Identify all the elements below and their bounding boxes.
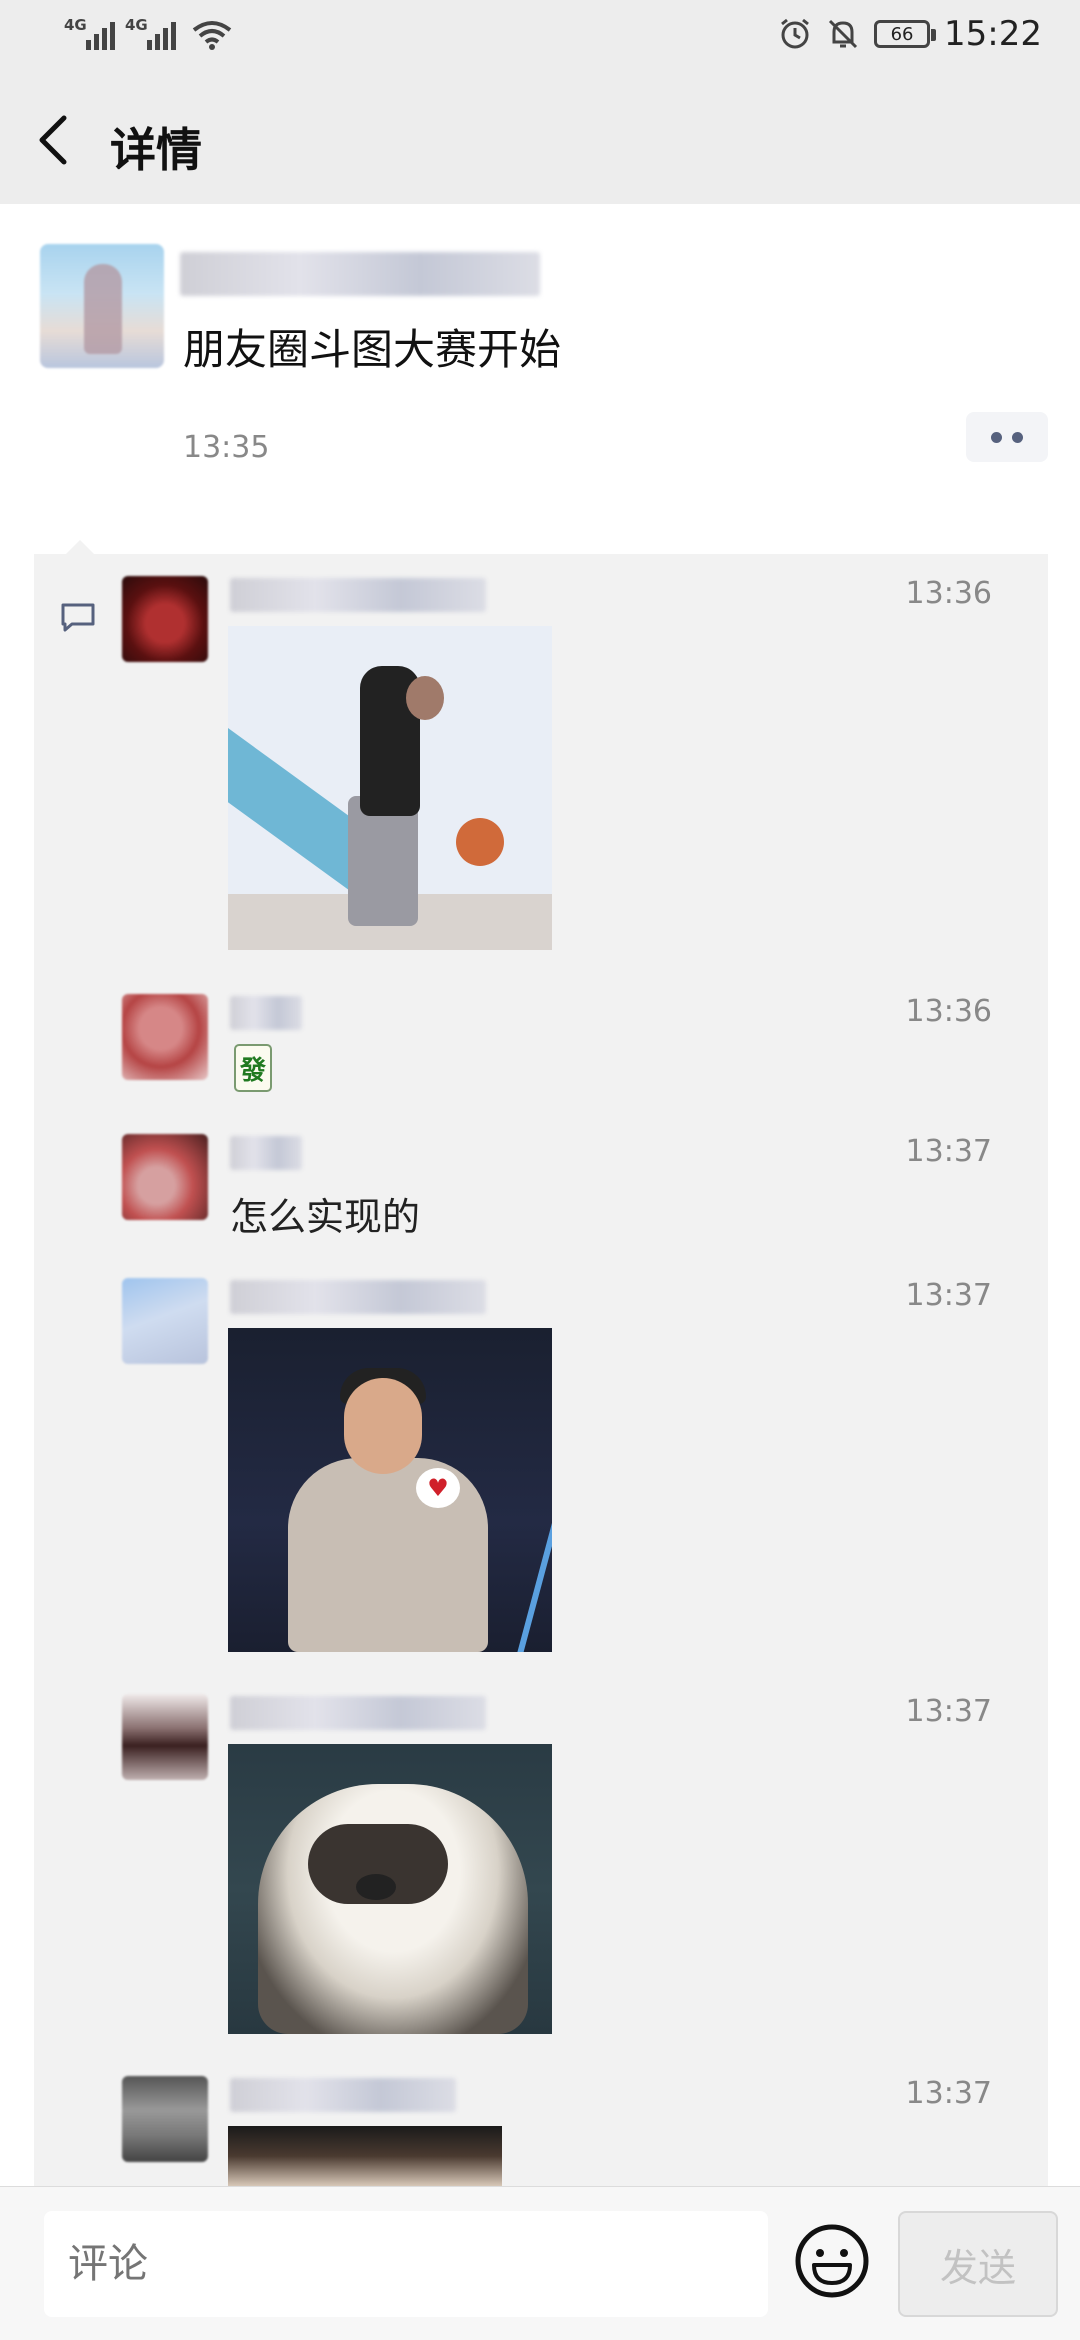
commenter-name-blurred[interactable] [230,1696,486,1730]
battery-indicator: 66 [874,20,937,48]
avatar[interactable] [122,994,208,1080]
avatar[interactable] [122,1694,208,1780]
send-button[interactable]: 发送 [898,2211,1058,2317]
post-time: 13:35 [183,430,270,465]
comment-time: 13:36 [905,994,992,1029]
more-dots-icon[interactable] [966,412,1048,462]
alarm-icon [781,18,809,49]
back-arrow-icon[interactable] [30,112,78,168]
page-title: 详情 [110,123,202,177]
comment-input[interactable] [44,2211,768,2317]
heart-icon: ♥ [416,1468,460,1508]
signal-area: 4G 4G [64,16,232,50]
avatar[interactable] [122,2076,208,2162]
post-text: 朋友圈斗图大赛开始 [183,325,562,374]
author-avatar[interactable] [40,244,164,368]
network-type-1: 4G [64,16,87,34]
comment-time: 13:37 [905,1278,992,1313]
comment-text: 怎么实现的 [230,1195,421,1239]
comment-item[interactable]: 13:36 發 [34,994,1048,1114]
avatar[interactable] [122,576,208,662]
comment-image-otter[interactable] [228,1744,552,2034]
commenter-name-blurred[interactable] [230,1136,302,1170]
comments-area: 13:36 13:36 發 13:37 怎么实现的 13:37 ♥ 13:37 [34,540,1048,2204]
emoji-icon[interactable] [794,2223,870,2299]
comment-item[interactable]: 13:37 怎么实现的 [34,1134,1048,1254]
comment-time: 13:36 [905,576,992,611]
avatar[interactable] [122,1134,208,1220]
status-right: 66 15:22 [778,14,1042,54]
status-time: 15:22 [944,14,1042,54]
comment-item[interactable]: 13:37 ♥ [34,1278,1048,1678]
comment-image-stage[interactable]: ♥ [228,1328,552,1652]
commenter-name-blurred[interactable] [230,1280,486,1314]
title-bar: 详情 [0,76,1080,204]
wifi-icon [192,21,232,50]
author-name-blurred[interactable] [180,252,540,296]
comment-item[interactable]: 13:37 [34,2076,1048,2196]
comment-time: 13:37 [905,1134,992,1169]
comment-image-basketball[interactable] [228,626,552,950]
commenter-name-blurred[interactable] [230,996,302,1030]
avatar[interactable] [122,1278,208,1364]
commenter-name-blurred[interactable] [230,578,486,612]
commenter-name-blurred[interactable] [230,2078,456,2112]
signal-icon: 4G [64,16,115,50]
comment-image-partial[interactable] [228,2126,502,2186]
comment-item[interactable]: 13:37 [34,1694,1048,2064]
bell-off-icon [828,19,858,49]
mahjong-emoji: 發 [234,1044,272,1092]
comment-input-bar: 发送 [0,2186,1080,2340]
status-bar: 4G 4G 66 15:22 [0,0,1080,76]
network-type-2: 4G [125,16,148,34]
comment-item[interactable]: 13:36 [34,576,1048,976]
signal-icon: 4G [125,16,176,50]
comment-time: 13:37 [905,2076,992,2111]
comment-time: 13:37 [905,1694,992,1729]
